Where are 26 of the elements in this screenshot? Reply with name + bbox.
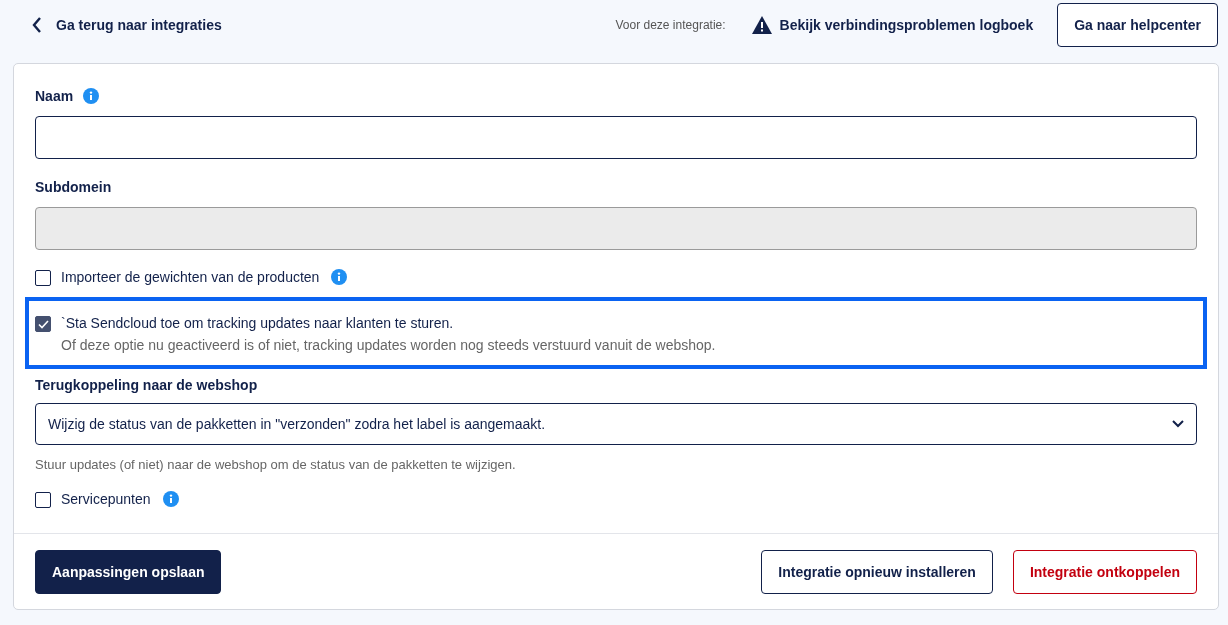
context-label: Voor deze integratie: — [615, 18, 726, 32]
checkbox[interactable] — [35, 316, 51, 332]
disconnect-button[interactable]: Integratie ontkoppelen — [1012, 550, 1197, 594]
checkbox-label: Importeer de gewichten van de producten — [61, 269, 320, 285]
log-link[interactable]: Bekijk verbindingsproblemen logboek — [751, 16, 1034, 34]
checkbox-label: Servicepunten — [61, 491, 151, 507]
checkbox[interactable] — [35, 270, 51, 286]
option-description: Of deze optie nu geactiveerd is of niet, tracking updates worden nog steeds verstuurd vanuit de webshop. — [61, 337, 716, 353]
reinstall-button[interactable]: Integratie opnieuw installeren — [761, 550, 993, 594]
field-label: Terugkoppeling naar de webshop — [35, 377, 258, 393]
info-icon[interactable] — [162, 491, 179, 507]
chevron-left-icon — [32, 17, 42, 33]
checkbox-label: `Sta Sendcloud toe om tracking updates naar klanten te sturen. — [61, 315, 455, 331]
field-label: Naam — [35, 88, 74, 104]
warning-icon — [751, 16, 772, 34]
save-button[interactable]: Aanpassingen opslaan — [35, 550, 222, 594]
checkbox[interactable] — [35, 492, 51, 508]
field-hint: Stuur updates (of niet) naar de webshop om de status van de pakketten te wijzigen. — [35, 457, 517, 472]
text-input[interactable] — [35, 116, 1197, 159]
info-icon[interactable] — [331, 269, 348, 285]
info-icon[interactable] — [83, 88, 100, 104]
chevron-down-icon — [1172, 420, 1184, 428]
help-button[interactable]: Ga naar helpcenter — [1057, 3, 1218, 47]
dropdown-select[interactable]: Wijzig de status van de pakketten in "verzonden" zodra het label is aangemaakt. — [35, 403, 1197, 445]
back-link[interactable]: Ga terug naar integraties — [32, 17, 222, 33]
field-label: Subdomein — [35, 179, 112, 195]
